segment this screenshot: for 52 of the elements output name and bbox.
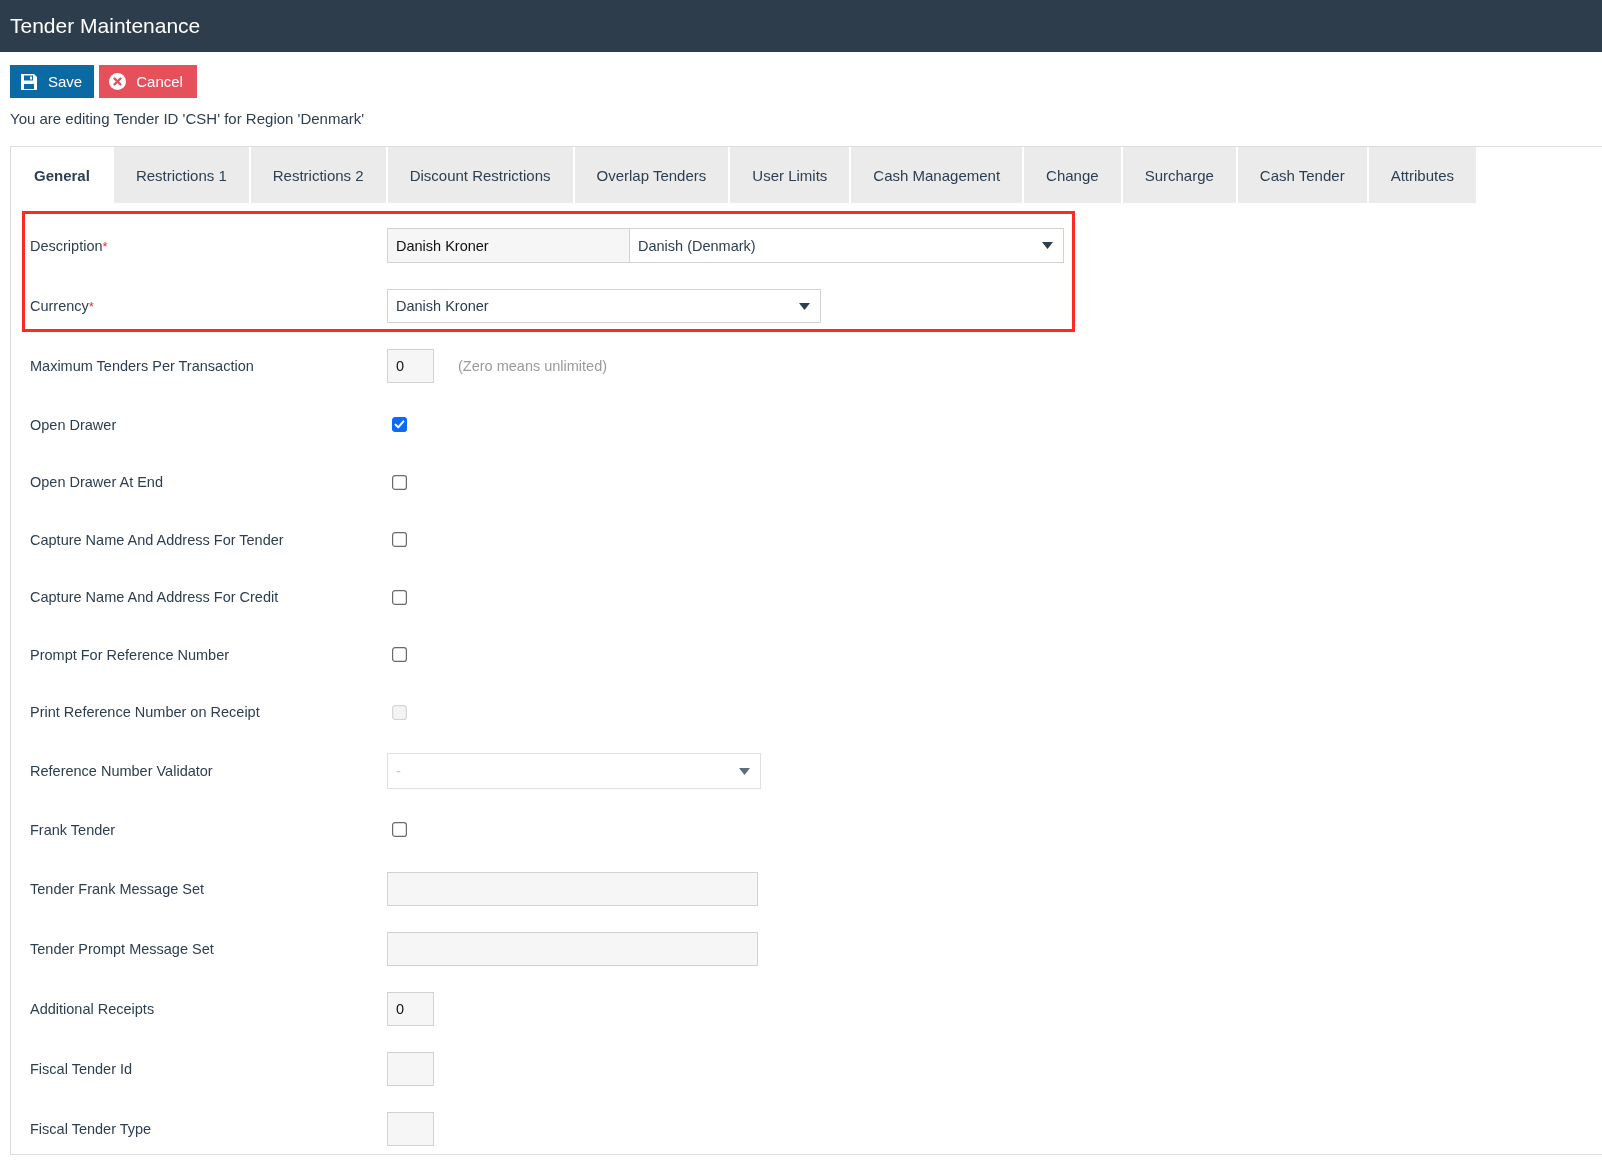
caret-icon <box>799 302 810 310</box>
field-label: Frank Tender <box>30 821 116 838</box>
field-label: Open Drawer At End <box>30 474 163 491</box>
checkbox[interactable] <box>392 647 407 663</box>
field-label: Fiscal Tender Id <box>30 1060 133 1077</box>
dropdown[interactable]: Danish (Denmark) <box>629 228 1064 263</box>
field-label: Currency <box>30 298 89 314</box>
window-title: Tender Maintenance <box>10 14 201 38</box>
field-label: Tender Prompt Message Set <box>30 940 214 957</box>
number-field[interactable]: 0 <box>387 349 434 383</box>
text-field[interactable]: Danish Kroner <box>387 228 630 263</box>
field-label: Prompt For Reference Number <box>30 646 230 663</box>
checkbox[interactable] <box>392 474 407 490</box>
tab[interactable]: Restrictions 2 <box>250 147 386 203</box>
field-label: Additional Receipts <box>30 1000 155 1017</box>
field-label: Capture Name And Address For Tender <box>30 531 284 548</box>
save-button[interactable]: Save <box>10 65 95 98</box>
caret-icon <box>1042 242 1053 249</box>
hint-text: (Zero means unlimited) <box>458 358 608 374</box>
tab[interactable]: User Limits <box>730 147 850 203</box>
tab[interactable]: Cash Management <box>851 147 1023 203</box>
required-mark: * <box>102 238 108 254</box>
number-field[interactable] <box>387 1051 434 1086</box>
checkbox[interactable] <box>392 532 407 548</box>
field-label: Fiscal Tender Type <box>30 1120 152 1137</box>
caret-icon <box>739 767 750 775</box>
tab[interactable]: Surcharge <box>1122 147 1236 203</box>
checkbox[interactable] <box>392 822 407 838</box>
number-field[interactable] <box>387 1111 434 1146</box>
tab[interactable]: Cash Tender <box>1237 147 1367 203</box>
checkbox[interactable] <box>392 417 407 433</box>
field-label: Capture Name And Address For Credit <box>30 589 279 606</box>
field-label: Print Reference Number on Receipt <box>30 704 260 721</box>
tab[interactable]: Attributes <box>1368 147 1476 203</box>
tab[interactable]: Restrictions 1 <box>113 147 249 203</box>
field-label: Open Drawer <box>30 416 117 433</box>
text-field[interactable] <box>387 931 758 966</box>
required-mark: * <box>88 299 94 314</box>
field-label: Description <box>30 237 103 254</box>
number-field[interactable]: 0 <box>387 991 434 1026</box>
field-label: Reference Number Validator <box>30 763 213 779</box>
dropdown[interactable]: Danish Kroner <box>387 289 821 323</box>
close-circle-icon <box>109 73 127 90</box>
checkbox[interactable] <box>392 589 407 605</box>
cancel-button[interactable]: Cancel <box>99 65 197 98</box>
tab[interactable]: Overlap Tenders <box>574 147 729 203</box>
context-message: You are editing Tender ID 'CSH' for Region 'Denmark' <box>10 110 365 128</box>
field-label: Tender Frank Message Set <box>30 880 205 897</box>
field-label: Maximum Tenders Per Transaction <box>30 358 254 374</box>
tab[interactable]: Discount Restrictions <box>387 147 573 203</box>
text-field[interactable] <box>387 871 758 906</box>
tab[interactable]: Change <box>1024 147 1121 203</box>
